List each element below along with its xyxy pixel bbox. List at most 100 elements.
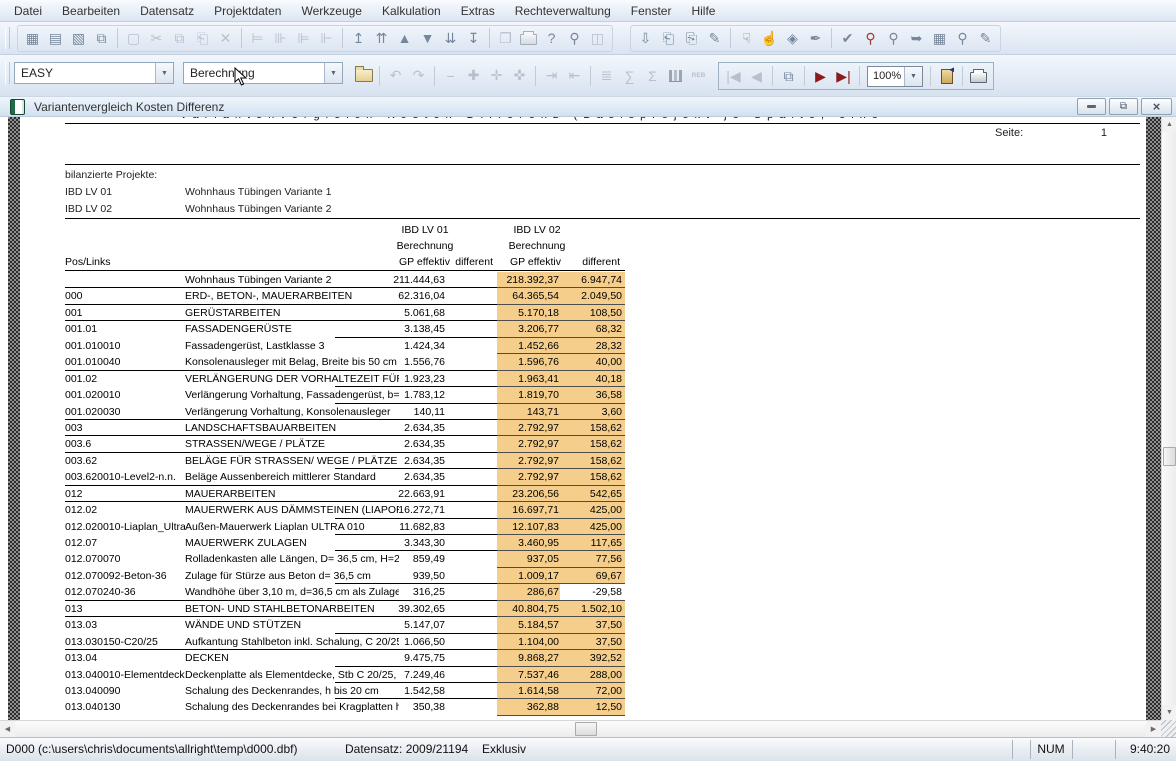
open-report-icon[interactable]: [352, 64, 375, 87]
scroll-left-arrow-icon[interactable]: ◀: [0, 721, 15, 737]
horizontal-scroll-thumb[interactable]: [575, 722, 597, 736]
sum-positions-icon[interactable]: ∑: [618, 64, 641, 87]
resize-grip[interactable]: [1161, 720, 1176, 737]
copy-pages-icon[interactable]: ⧉: [777, 65, 800, 88]
add-row-copy-icon[interactable]: ✜: [508, 64, 531, 87]
tree-insert-sub-icon[interactable]: ⊪: [269, 27, 292, 50]
profile-combobox[interactable]: EASY ▼: [14, 62, 174, 84]
menu-item[interactable]: Bearbeiten: [52, 1, 130, 21]
chart-icon[interactable]: [664, 64, 687, 87]
add-row-above-icon[interactable]: ✚: [462, 64, 485, 87]
minimize-button[interactable]: [1077, 98, 1106, 115]
scroll-right-arrow-icon[interactable]: ▶: [1146, 721, 1161, 737]
image-icon[interactable]: ▧: [67, 27, 90, 50]
search-globe-icon[interactable]: ⚲: [563, 27, 586, 50]
columns-icon[interactable]: ◫: [586, 27, 609, 50]
search-icon[interactable]: ⚲: [951, 27, 974, 50]
start-output-icon[interactable]: ▶: [809, 65, 832, 88]
print-report-icon[interactable]: [967, 65, 990, 88]
tree-append-sub-icon[interactable]: ⊩: [315, 27, 338, 50]
menu-item[interactable]: Projektdaten: [204, 1, 291, 21]
horizontal-scrollbar[interactable]: ◀ ▶: [0, 720, 1161, 737]
insert-position-icon[interactable]: ⇥: [540, 64, 563, 87]
scroll-top-icon[interactable]: ↥: [347, 27, 370, 50]
menu-item[interactable]: Datensatz: [130, 1, 204, 21]
toolbar-grip-2[interactable]: [5, 62, 10, 84]
print-icon[interactable]: [517, 27, 540, 50]
project-stack-icon[interactable]: ⧉: [90, 27, 113, 50]
close-button[interactable]: ×: [1141, 98, 1172, 115]
output-to-end-icon[interactable]: ▶|: [832, 65, 855, 88]
menu-item[interactable]: Datei: [4, 1, 52, 21]
menu-item[interactable]: Rechteverwaltung: [505, 1, 621, 21]
menu-item[interactable]: Werkzeuge: [291, 1, 371, 21]
copy-icon[interactable]: ⧉: [168, 27, 191, 50]
chevron-down-icon[interactable]: ▼: [155, 63, 173, 83]
cell-gp-effektiv-lv2: 286,67: [497, 584, 560, 600]
outline-list-icon[interactable]: ≣: [595, 64, 618, 87]
chevron-down-icon[interactable]: ▼: [904, 67, 922, 86]
toolbar-grip[interactable]: [5, 27, 10, 49]
vertical-scroll-thumb[interactable]: [1163, 447, 1176, 466]
vertical-scrollbar[interactable]: ▲ ▼: [1161, 117, 1176, 720]
row-up-icon[interactable]: ▲: [393, 27, 416, 50]
paste-append-icon[interactable]: ⇩: [634, 27, 657, 50]
page-forward-icon[interactable]: ➥: [905, 27, 928, 50]
clipboard-icon[interactable]: ⎗: [657, 27, 680, 50]
view-combobox-value[interactable]: Berechnung: [184, 63, 324, 83]
menu-item[interactable]: Hilfe: [681, 1, 725, 21]
restore-button[interactable]: ⧉: [1109, 98, 1138, 115]
help-icon[interactable]: ?: [540, 27, 563, 50]
reb-icon[interactable]: REB: [687, 64, 710, 87]
tree-insert-icon[interactable]: ⊨: [246, 27, 269, 50]
page-up-icon[interactable]: ⇈: [370, 27, 393, 50]
zoom-combobox[interactable]: 100% ▼: [867, 66, 923, 87]
column-header-diff1: different: [453, 256, 493, 268]
exit-door-icon[interactable]: [935, 65, 958, 88]
undo-icon[interactable]: ↶: [384, 64, 407, 87]
hand-down-icon[interactable]: ☟: [735, 27, 758, 50]
page-table-icon[interactable]: ▦: [928, 27, 951, 50]
page-check-icon[interactable]: ✔: [836, 27, 859, 50]
scroll-up-arrow-icon[interactable]: ▲: [1162, 117, 1176, 132]
delete-icon[interactable]: ✕: [214, 27, 237, 50]
print-preview-icon[interactable]: ❐: [494, 27, 517, 50]
dart-icon[interactable]: ✒: [804, 27, 827, 50]
cell-gp-effektiv-lv1: 939,50: [320, 568, 445, 584]
profile-combobox-value[interactable]: EASY: [15, 63, 155, 83]
chevron-down-icon[interactable]: ▼: [324, 63, 342, 83]
menu-item[interactable]: Kalkulation: [372, 1, 451, 21]
page-down-icon[interactable]: ⇊: [439, 27, 462, 50]
add-row-icon[interactable]: ✛: [485, 64, 508, 87]
paste-icon[interactable]: ⎗: [191, 27, 214, 50]
table-row: 001.020030Verlängerung Vorhaltung, Konso…: [65, 404, 625, 420]
document-window-titlebar[interactable]: Variantenvergleich Kosten Differenz ⧉ ×: [0, 97, 1176, 117]
hand-up-icon[interactable]: ☝: [758, 27, 781, 50]
search-red-icon[interactable]: ⚲: [859, 27, 882, 50]
redo-icon[interactable]: ↷: [407, 64, 430, 87]
menu-item[interactable]: Extras: [451, 1, 505, 21]
zoom-combobox-value[interactable]: 100%: [868, 67, 904, 86]
page-edit-icon[interactable]: ✎: [974, 27, 997, 50]
window-grid-icon[interactable]: ◈: [781, 27, 804, 50]
prev-page-icon[interactable]: ◀: [745, 65, 768, 88]
cell-gp-effektiv-lv1: 1.066,50: [320, 634, 445, 650]
clipboard-edit-icon[interactable]: ✎: [703, 27, 726, 50]
first-page-icon[interactable]: |◀: [722, 65, 745, 88]
row-down-icon[interactable]: ▼: [416, 27, 439, 50]
menu-item[interactable]: Fenster: [621, 1, 682, 21]
search-dark-icon[interactable]: ⚲: [882, 27, 905, 50]
view-combobox[interactable]: Berechnung ▼: [183, 62, 343, 84]
letter-icon[interactable]: ▤: [44, 27, 67, 50]
insert-text-icon[interactable]: ⇤: [563, 64, 586, 87]
sum-icon[interactable]: Σ: [641, 64, 664, 87]
scroll-down-arrow-icon[interactable]: ▼: [1162, 705, 1176, 720]
report-icon[interactable]: ▦: [21, 27, 44, 50]
cell-pos: 003.6: [65, 436, 185, 452]
cut-icon[interactable]: ✂: [145, 27, 168, 50]
scroll-bottom-icon[interactable]: ↧: [462, 27, 485, 50]
new-document-icon[interactable]: ▢: [122, 27, 145, 50]
tree-append-icon[interactable]: ⊫: [292, 27, 315, 50]
clipboard-list-icon[interactable]: ⎘: [680, 27, 703, 50]
remove-row-icon[interactable]: −: [439, 64, 462, 87]
